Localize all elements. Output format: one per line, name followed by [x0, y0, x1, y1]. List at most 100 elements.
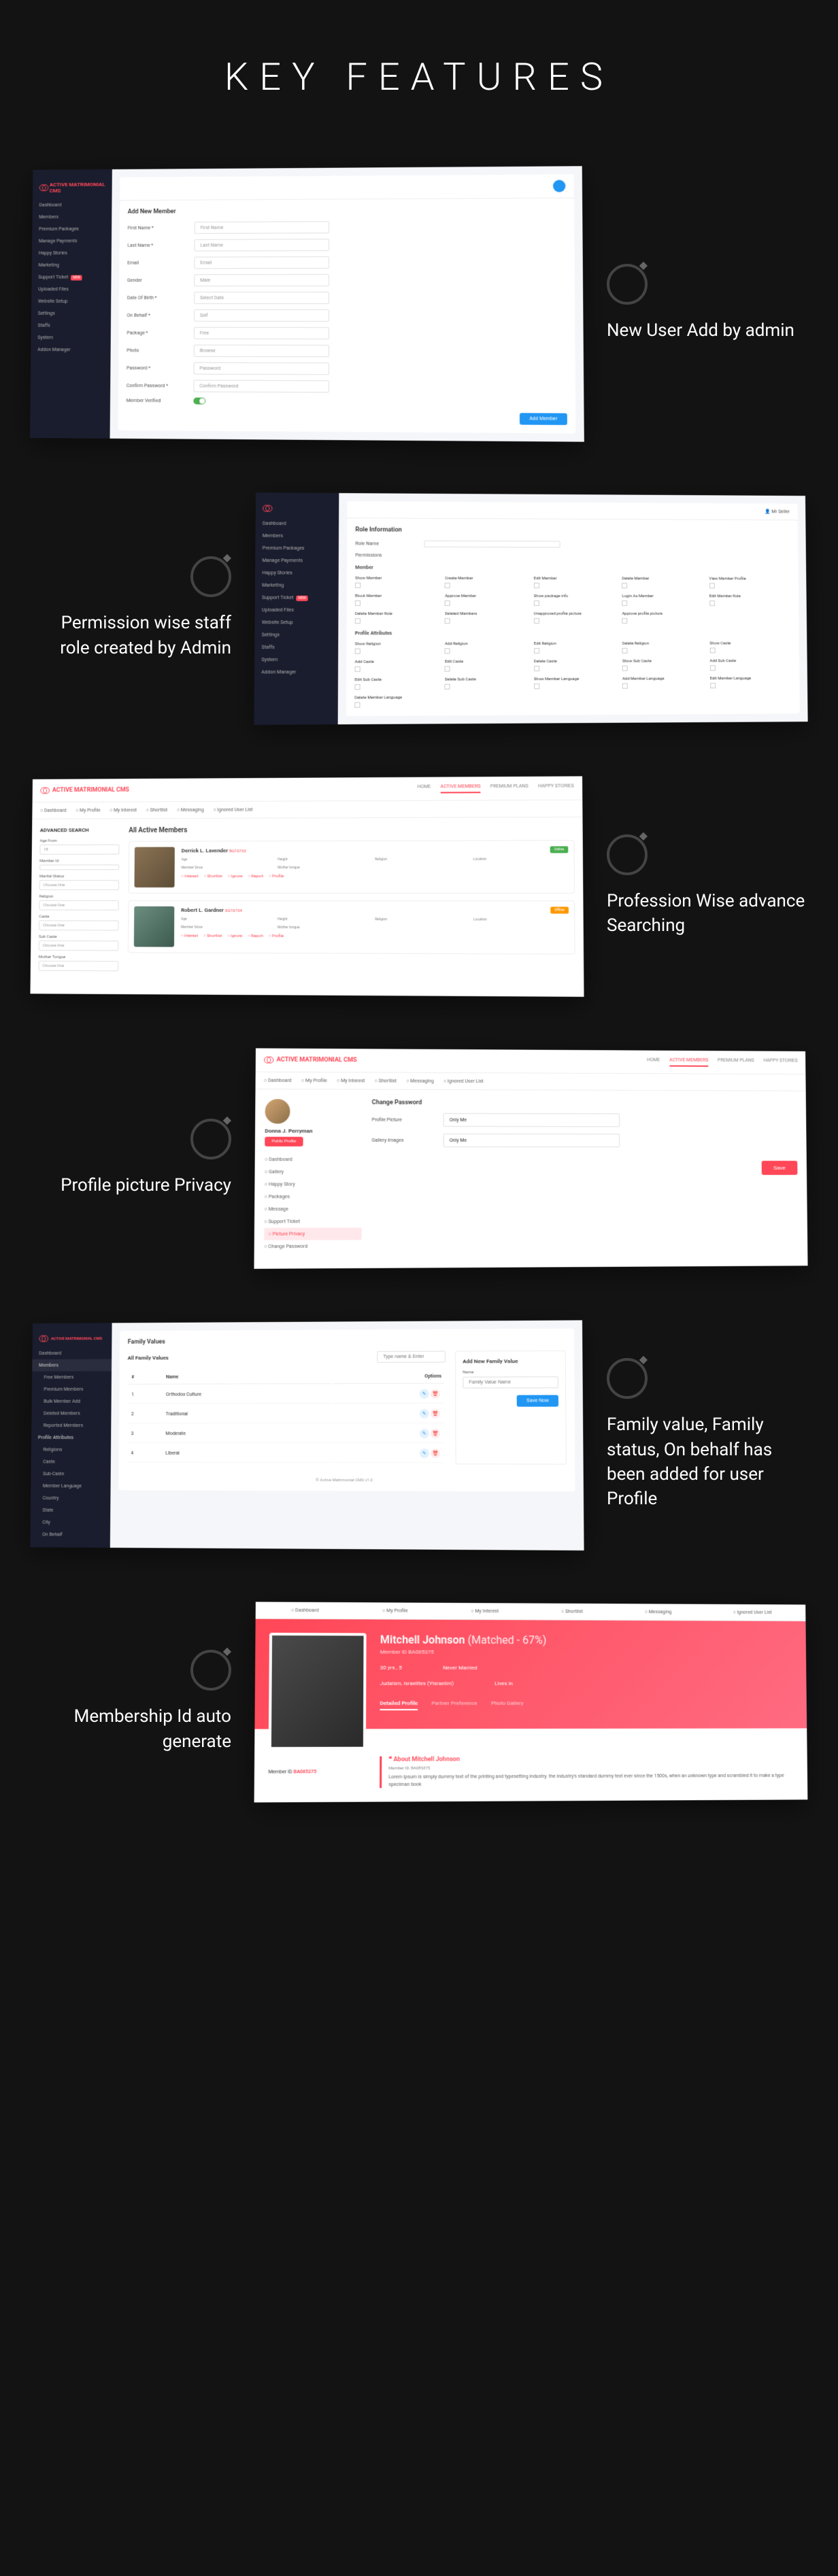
priv-menu-item[interactable]: ○ Gallery	[265, 1166, 362, 1178]
delete-icon[interactable]: 🗑	[431, 1429, 440, 1438]
subnav-item[interactable]: ○ Shortlist	[561, 1609, 583, 1614]
edit-icon[interactable]: ✎	[420, 1409, 429, 1419]
subnav-item[interactable]: ○ Shortlist	[375, 1078, 397, 1083]
perm-checkbox[interactable]	[622, 666, 628, 671]
subnav-item[interactable]: ○ Ignored User List	[443, 1079, 484, 1084]
perm-checkbox[interactable]	[355, 600, 361, 606]
sidebar-item[interactable]: Settings	[31, 307, 111, 320]
form-input[interactable]: Self	[194, 309, 329, 322]
edit-icon[interactable]: ✎	[420, 1448, 429, 1458]
add-member-button[interactable]: Add Member	[520, 413, 567, 425]
sidebar-subitem[interactable]: On Behalf	[30, 1528, 110, 1541]
edit-icon[interactable]: ✎	[420, 1389, 429, 1399]
filter-select[interactable]: Choose One	[39, 900, 118, 911]
nav-item[interactable]: HOME	[647, 1057, 660, 1066]
member-action[interactable]: ○ Interest	[181, 874, 198, 879]
perm-checkbox[interactable]	[445, 583, 450, 588]
form-input[interactable]: Confirm Password	[193, 380, 329, 393]
subnav-item[interactable]: ○ Messaging	[177, 807, 204, 813]
filter-select[interactable]: 18	[39, 845, 119, 855]
subnav-item[interactable]: ○ Dashboard	[40, 808, 67, 813]
subnav-item[interactable]: ○ Shortlist	[146, 807, 168, 813]
perm-checkbox[interactable]	[445, 684, 450, 690]
sidebar-subitem[interactable]: Member Language	[31, 1480, 110, 1492]
sidebar-subitem[interactable]: Deleted Members	[31, 1407, 111, 1419]
nav-item[interactable]: ACTIVE MEMBERS	[441, 783, 481, 793]
sidebar-item[interactable]: Dashboard	[256, 518, 339, 530]
sidebar-item[interactable]: Members	[255, 530, 339, 543]
sidebar-item[interactable]: Dashboard	[33, 199, 112, 211]
nav-item[interactable]: PREMIUM PLANS	[718, 1057, 754, 1067]
sidebar-item[interactable]: Website Setup	[254, 616, 338, 628]
perm-checkbox[interactable]	[622, 600, 627, 606]
subnav-item[interactable]: ○ My Profile	[76, 808, 100, 813]
profile-tab[interactable]: Partner Preference	[431, 1700, 477, 1710]
delete-icon[interactable]: 🗑	[431, 1448, 440, 1458]
perm-checkbox[interactable]	[534, 618, 539, 624]
delete-icon[interactable]: 🗑	[431, 1409, 440, 1419]
perm-checkbox[interactable]	[709, 648, 715, 654]
perm-checkbox[interactable]	[622, 583, 627, 588]
priv-select[interactable]: Only Me	[443, 1113, 620, 1127]
subnav-item[interactable]: ○ Dashboard	[291, 1608, 319, 1613]
sidebar-item[interactable]: Staffs	[31, 320, 111, 332]
fv-name-input[interactable]	[463, 1376, 558, 1388]
perm-checkbox[interactable]	[622, 618, 628, 624]
sidebar-item[interactable]: Manage Payments	[32, 235, 112, 247]
sidebar-item[interactable]: System	[31, 331, 111, 343]
fv-save-button[interactable]: Save Now	[517, 1395, 558, 1406]
priv-menu-item[interactable]: ○ Picture Privacy	[264, 1227, 361, 1240]
member-action[interactable]: ○ Report	[248, 874, 263, 879]
member-action[interactable]: ○ Interest	[181, 934, 198, 938]
sidebar-item-members[interactable]: Members	[32, 1359, 112, 1371]
form-input[interactable]: Email	[194, 256, 329, 269]
sidebar-item[interactable]: Premium Packages	[32, 223, 112, 235]
priv-menu-item[interactable]: ○ Happy Story	[265, 1178, 362, 1190]
member-action[interactable]: ○ Profile	[269, 934, 284, 938]
perm-checkbox[interactable]	[534, 648, 539, 654]
edit-icon[interactable]: ✎	[420, 1429, 429, 1438]
perm-checkbox[interactable]	[445, 600, 450, 606]
subnav-item[interactable]: ○ Ignored User List	[733, 1610, 772, 1615]
perm-checkbox[interactable]	[355, 583, 361, 588]
public-profile-button[interactable]: Public Profile	[265, 1137, 303, 1147]
nav-item[interactable]: ACTIVE MEMBERS	[669, 1057, 708, 1067]
sidebar-item[interactable]: Website Setup	[31, 295, 111, 307]
profile-tab[interactable]: Photo Gallery	[491, 1700, 524, 1710]
filter-select[interactable]: Choose One	[39, 880, 119, 890]
perm-checkbox[interactable]	[709, 600, 715, 606]
sidebar-item[interactable]: Addon Manager	[254, 666, 338, 679]
subnav-item[interactable]: ○ Ignored User List	[213, 807, 252, 813]
perm-checkbox[interactable]	[355, 649, 361, 654]
form-input[interactable]: Browse	[194, 345, 329, 357]
form-input[interactable]: Password	[194, 362, 329, 375]
perm-checkbox[interactable]	[709, 583, 715, 588]
member-action[interactable]: ○ Profile	[269, 874, 284, 879]
sidebar-item[interactable]: Members	[33, 211, 112, 223]
form-input[interactable]: Select Date	[194, 292, 329, 304]
role-name-input[interactable]	[424, 541, 560, 548]
sidebar-item[interactable]: Settings	[254, 628, 338, 641]
save-button[interactable]: Save	[761, 1161, 797, 1175]
sidebar-subitem[interactable]: Bulk Member Add	[32, 1395, 112, 1408]
subnav-item[interactable]: ○ My Interest	[337, 1078, 365, 1083]
perm-checkbox[interactable]	[445, 666, 450, 671]
sidebar-item[interactable]: Uploaded Files	[255, 604, 339, 616]
priv-menu-item[interactable]: ○ Message	[264, 1203, 361, 1216]
perm-checkbox[interactable]	[355, 618, 361, 624]
form-input[interactable]: Male	[194, 274, 329, 286]
sidebar-subitem[interactable]: Religions	[31, 1444, 111, 1456]
profile-tab[interactable]: Detailed Profile	[380, 1700, 418, 1710]
sidebar-item[interactable]: Happy Stories	[255, 566, 339, 579]
sidebar-item[interactable]: Marketing	[32, 259, 112, 271]
sidebar-subitem[interactable]: Premium Members	[32, 1383, 112, 1395]
sidebar-item[interactable]: Support TicketNEW	[255, 592, 339, 604]
sidebar-subitem[interactable]: Reported Members	[31, 1419, 111, 1431]
subnav-item[interactable]: ○ Messaging	[645, 1609, 672, 1614]
sidebar-item[interactable]: System	[254, 654, 338, 666]
subnav-item[interactable]: ○ My Profile	[382, 1608, 408, 1613]
sidebar-item[interactable]: Staffs	[254, 641, 338, 654]
sidebar-item[interactable]: Addon Manager	[31, 343, 110, 356]
sidebar-item[interactable]: Marketing	[255, 579, 339, 591]
subnav-item[interactable]: ○ My Interest	[471, 1608, 499, 1614]
